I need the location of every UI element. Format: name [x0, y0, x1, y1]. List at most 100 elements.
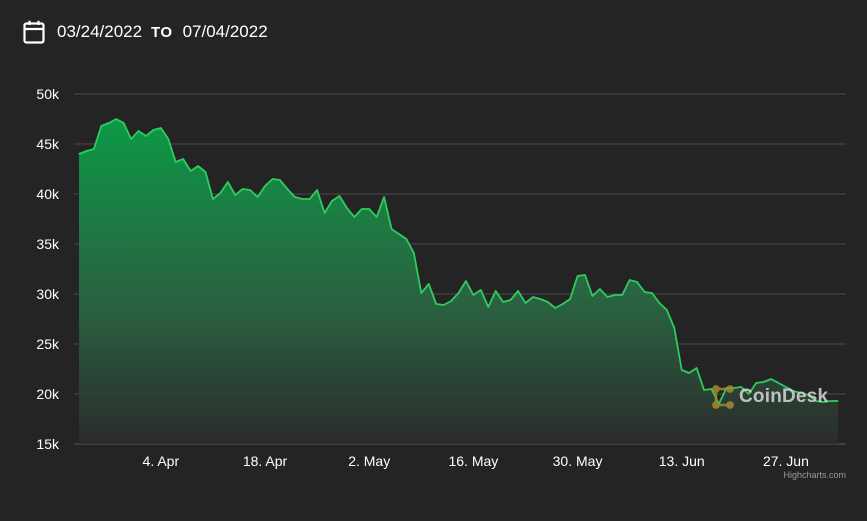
data-point — [264, 185, 266, 187]
y-tick-label: 35k — [36, 236, 60, 252]
data-point — [472, 294, 474, 296]
data-point — [428, 283, 430, 285]
data-point — [338, 195, 341, 197]
data-point — [829, 400, 832, 402]
data-point — [621, 294, 623, 296]
data-point — [524, 302, 527, 304]
data-point — [487, 306, 489, 308]
data-point — [465, 280, 467, 282]
data-point — [398, 233, 400, 235]
data-point — [190, 170, 192, 172]
data-point — [123, 122, 125, 124]
x-axis-labels: 4. Apr 18. Apr 2. May 16. May 30. May 13. Jun… — [143, 453, 809, 469]
x-tick-label: 27. Jun — [763, 453, 809, 469]
data-point — [294, 196, 296, 198]
data-point — [212, 198, 214, 200]
data-point — [435, 303, 437, 305]
data-point — [681, 369, 683, 371]
data-point — [539, 298, 541, 300]
data-point — [331, 200, 333, 202]
data-point — [85, 150, 88, 152]
x-tick-label: 4. Apr — [143, 453, 180, 469]
data-point — [93, 148, 95, 150]
y-tick-label: 50k — [36, 86, 60, 102]
x-tick-label: 2. May — [348, 453, 390, 469]
data-point — [591, 295, 594, 297]
data-point — [234, 194, 236, 196]
data-point — [130, 138, 132, 140]
data-point — [770, 378, 772, 380]
data-point — [547, 301, 549, 303]
x-tick-label: 13. Jun — [659, 453, 705, 469]
data-point — [301, 198, 303, 200]
data-point — [629, 279, 631, 281]
y-tick-label: 20k — [36, 386, 60, 402]
data-point — [316, 189, 318, 191]
data-point — [837, 400, 839, 402]
y-tick-label: 30k — [36, 286, 60, 302]
data-point — [450, 300, 452, 302]
y-axis-labels: 15k 20k 25k 30k 35k 40k 45k 50k — [36, 86, 60, 452]
data-point — [443, 304, 445, 306]
data-point — [517, 290, 519, 292]
data-point — [658, 302, 661, 304]
data-point — [137, 130, 140, 132]
data-point — [167, 138, 169, 140]
highcharts-credit[interactable]: Highcharts.com — [783, 470, 846, 480]
data-point — [562, 303, 564, 305]
data-point — [606, 296, 608, 298]
data-point — [576, 275, 579, 277]
data-point — [383, 196, 385, 198]
data-point — [569, 298, 571, 300]
data-point — [599, 288, 601, 290]
data-point — [175, 161, 177, 163]
data-point — [197, 165, 199, 167]
data-point — [509, 299, 512, 301]
data-point — [703, 389, 705, 391]
data-point — [160, 127, 162, 129]
data-point — [532, 296, 534, 298]
data-point — [256, 196, 259, 198]
data-point — [323, 212, 326, 214]
data-point — [182, 158, 184, 160]
data-point — [353, 216, 355, 218]
data-point — [554, 307, 556, 309]
y-tick-label: 15k — [36, 436, 60, 452]
data-point — [666, 309, 668, 311]
y-tick-label: 40k — [36, 186, 60, 202]
data-point — [584, 274, 586, 276]
data-point — [502, 301, 504, 303]
data-point — [152, 129, 155, 131]
data-point — [376, 216, 378, 218]
data-point — [145, 135, 147, 137]
coindesk-watermark: CoinDesk — [710, 383, 828, 411]
data-point — [227, 181, 229, 183]
data-point — [643, 291, 646, 293]
data-point — [271, 178, 274, 180]
data-point — [108, 122, 110, 124]
data-point — [249, 189, 251, 191]
data-point — [688, 372, 690, 374]
x-tick-label: 16. May — [448, 453, 498, 469]
data-point — [100, 125, 102, 127]
x-tick-label: 18. Apr — [243, 453, 288, 469]
data-point — [673, 327, 675, 329]
watermark-text: CoinDesk — [739, 386, 829, 407]
data-point — [651, 292, 653, 294]
data-point — [115, 118, 117, 120]
data-point — [495, 290, 497, 292]
data-point — [457, 292, 460, 294]
data-point — [279, 179, 281, 181]
data-point — [390, 228, 393, 230]
data-point — [368, 208, 370, 210]
data-point — [696, 367, 698, 369]
data-point — [636, 281, 638, 283]
data-point — [361, 208, 363, 210]
x-tick-label: 30. May — [553, 453, 603, 469]
data-point — [219, 192, 221, 194]
price-area-chart: 15k 20k 25k 30k 35k 40k 45k 50k 4. Apr 18. Apr 2.… — [36, 86, 846, 469]
data-point — [242, 188, 244, 190]
y-tick-label: 45k — [36, 136, 60, 152]
data-point — [309, 198, 311, 200]
data-point — [346, 207, 348, 209]
